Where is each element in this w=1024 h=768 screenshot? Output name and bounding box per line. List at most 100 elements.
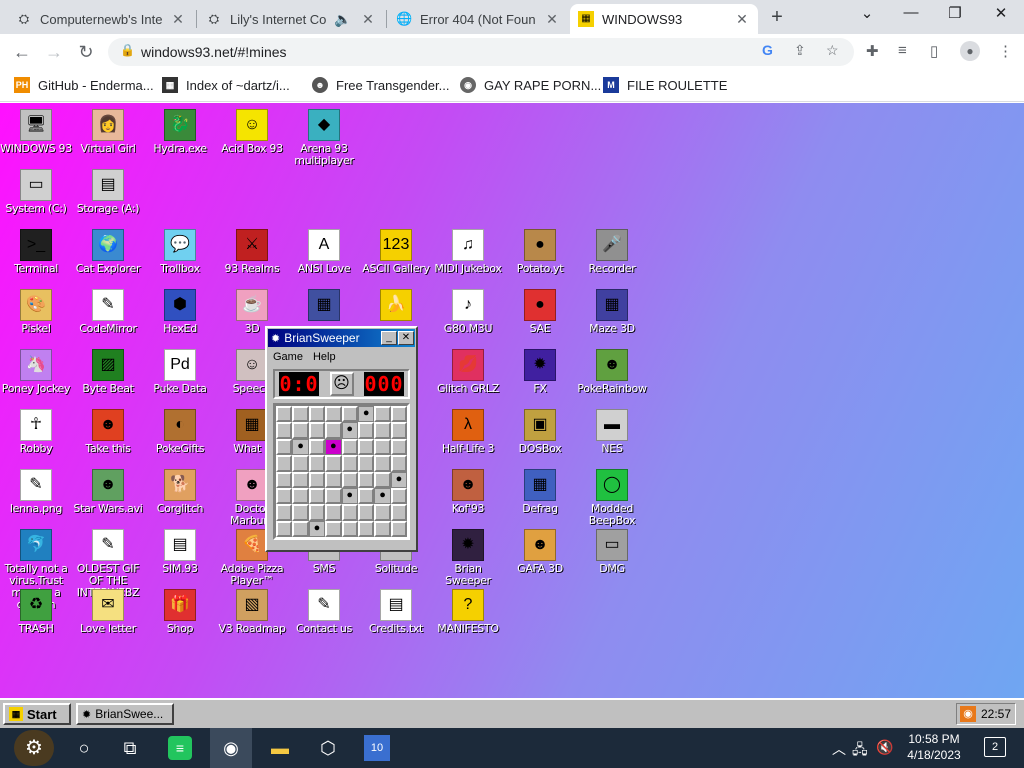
chevron-up-icon[interactable]: ︿ [832,739,846,759]
mine-cell[interactable] [308,487,326,505]
desktop-icon-icon-20[interactable]: ▦ [288,289,360,323]
desktop-icon-dosbox[interactable]: ▣ DOSBox [504,409,576,455]
mine-cell[interactable] [374,471,391,488]
mine-cell[interactable] [276,471,293,488]
desktop-icon-potato-yt[interactable]: ● Potato.yt [504,229,576,275]
close-window-icon[interactable]: ✕ [986,4,1016,22]
mine-cell[interactable] [390,422,408,439]
desktop-icon-hydra-exe[interactable]: 🐉 Hydra.exe [144,109,216,155]
mine-cell[interactable] [341,438,358,456]
mine-cell[interactable] [374,455,391,472]
mine-cell[interactable] [276,504,293,521]
start-orb-icon[interactable]: ⚙ [14,730,54,766]
side-panel-icon[interactable]: ▯ [930,42,938,60]
mine-cell[interactable] [276,438,293,456]
mine-cell[interactable] [390,438,408,456]
desktop-icon-windows-93[interactable]: 🖥 WINDOWS 93 [0,109,72,155]
mine-cell[interactable] [276,455,293,472]
desktop-icon-manifesto[interactable]: ? MANIFESTO [432,589,504,635]
desktop-icon-defrag[interactable]: ▦ Defrag [504,469,576,515]
mine-cell[interactable] [374,406,391,423]
mine-cell[interactable] [276,422,293,439]
green-app-icon[interactable]: ≡ [168,736,192,760]
mine-icon[interactable]: ● [308,520,326,538]
mine-cell[interactable] [308,438,326,456]
desktop-icon-pokegifts[interactable]: ◐ PokeGifts [144,409,216,455]
bookmark-free-transgender[interactable]: ☻ Free Transgender... [312,77,449,93]
mine-cell[interactable] [325,422,342,439]
desktop-icon-v3-roadmap[interactable]: ▧ V3 Roadmap [216,589,288,635]
desktop-icon-sae[interactable]: ● SAE [504,289,576,335]
calendar-app-icon[interactable]: 10 [364,735,390,761]
close-button[interactable]: ✕ [398,331,414,345]
close-icon[interactable]: ✕ [170,11,186,28]
desktop-icon-credits-txt[interactable]: ▤ Credits.txt [360,589,432,635]
exploded-mine-icon[interactable]: ● [325,438,342,456]
desktop-icon-shop[interactable]: 🎁 Shop [144,589,216,635]
mine-cell[interactable] [292,520,309,538]
desktop-icon-ansi-love[interactable]: A ANSI Love [288,229,360,275]
bookmark-star-icon[interactable]: ☆ [826,42,839,59]
window-titlebar[interactable]: ✹ BrianSweeper _ ✕ [268,329,415,347]
desktop-icon-terminal[interactable]: >_ Terminal [0,229,72,275]
mine-cell[interactable] [276,406,293,423]
desktop-icon-robby[interactable]: ☥ Robby [0,409,72,455]
bookmark-gay-rape-porn[interactable]: ◉ GAY RAPE PORN... [460,77,601,93]
mine-icon[interactable]: ● [341,422,358,439]
media-queue-icon[interactable]: ≡ [898,42,907,59]
mine-cell[interactable] [292,422,309,439]
sad-face-button[interactable]: ☹ [329,372,354,396]
mine-cell[interactable] [341,406,358,423]
mine-cell[interactable] [341,455,358,472]
mine-cell[interactable] [308,471,326,488]
mine-icon[interactable]: ● [292,438,309,456]
mine-icon[interactable]: ● [341,487,358,505]
mine-cell[interactable] [325,504,342,521]
mine-cell[interactable] [292,504,309,521]
mine-icon[interactable]: ● [374,487,391,505]
tab-windows93[interactable]: ▦ WINDOWS93 ✕ [570,4,758,34]
minimize-button[interactable]: _ [381,331,397,345]
desktop-icon-cat-explorer[interactable]: 🌍 Cat Explorer [72,229,144,275]
mine-icon[interactable]: ● [390,471,408,488]
mine-cell[interactable] [276,520,293,538]
desktop-icon-maze-3d[interactable]: ▦ Maze 3D [576,289,648,335]
mine-cell[interactable] [390,455,408,472]
mine-cell[interactable] [390,406,408,423]
desktop-icon-recorder[interactable]: 🎤 Recorder [576,229,648,275]
new-tab-button[interactable]: + [764,6,790,29]
desktop-icon-hexed[interactable]: ⬢ HexEd [144,289,216,335]
mine-cell[interactable] [325,487,342,505]
close-icon[interactable]: ✕ [360,11,376,28]
url-text[interactable]: windows93.net/#!mines [141,44,287,60]
mine-cell[interactable] [325,520,342,538]
task-view-icon[interactable]: ⧉ [116,734,144,762]
desktop-icon-corglitch[interactable]: 🐕 Corglitch [144,469,216,515]
desktop-icon-piskel[interactable]: 🎨 Piskel [0,289,72,335]
mine-cell[interactable] [357,438,375,456]
mine-cell[interactable] [357,471,375,488]
mine-cell[interactable] [374,422,391,439]
bookmark-index-dartz[interactable]: ▦ Index of ~dartz/i... [162,77,290,93]
mine-cell[interactable] [357,487,375,505]
menu-game[interactable]: Game [273,351,303,363]
taskbar-briansweeper-button[interactable]: ✹ BrianSwee... [76,703,174,725]
desktop-icon-modded-beepbox[interactable]: ◯ Modded BeepBox [576,469,648,527]
mine-cell[interactable] [374,504,391,521]
desktop-icon-glitch-grlz[interactable]: 💋 Glitch GRLZ [432,349,504,395]
desktop-icon-pokerainbow[interactable]: ☻ PokeRainbow [576,349,648,395]
tab-search-button[interactable]: ⌄ [852,4,882,22]
mine-cell[interactable] [325,471,342,488]
mine-cell[interactable] [374,438,391,456]
mine-cell[interactable] [390,520,408,538]
desktop-icon-g80-m3u[interactable]: ♪ G80.M3U [432,289,504,335]
mine-cell[interactable] [325,455,342,472]
desktop-icon-codemirror[interactable]: ✎ CodeMirror [72,289,144,335]
address-bar[interactable]: 🔒 windows93.net/#!mines G ⇪ ☆ [108,38,854,66]
mine-cell[interactable] [308,455,326,472]
notification-center-icon[interactable]: 2 [984,737,1006,757]
close-icon[interactable]: ✕ [544,11,560,28]
profile-avatar-icon[interactable]: ● [960,41,980,61]
mine-cell[interactable] [357,455,375,472]
close-icon[interactable]: ✕ [734,11,750,28]
